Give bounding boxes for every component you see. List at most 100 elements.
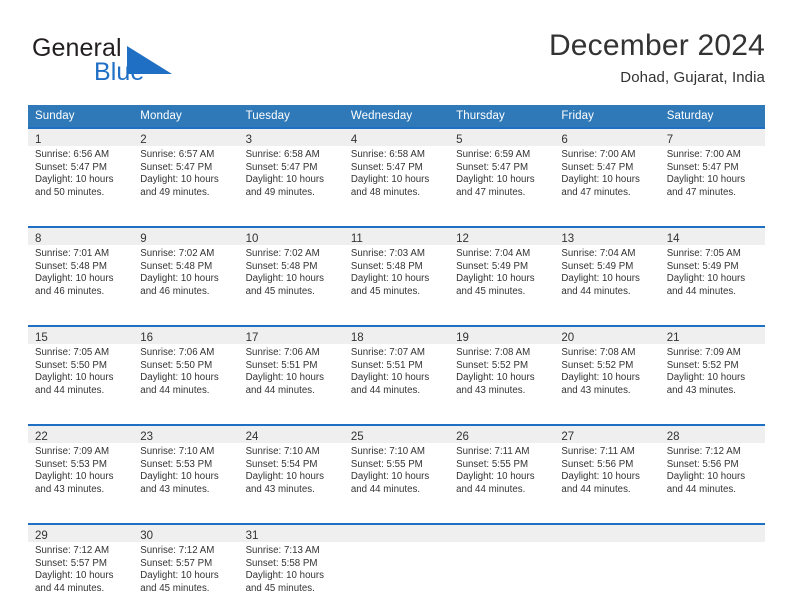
daylight-duration-line1: Daylight: 10 hours [666, 372, 746, 384]
day-cell[interactable]: 26 Sunrise: 7:11 AM Sunset: 5:55 PM Dayligh… [449, 424, 555, 514]
weekday-header-wednesday: Wednesday [343, 105, 450, 127]
daylight-duration-line2: and 49 minutes. [140, 186, 210, 198]
day-details: Sunrise: 6:56 AM Sunset: 5:47 PM Daylight:… [28, 146, 133, 199]
day-cell[interactable]: 18 Sunrise: 7:07 AM Sunset: 5:51 PM Dayligh… [343, 325, 450, 415]
weekday-header-sunday: Sunday [28, 105, 134, 127]
day-cell[interactable]: 5 Sunrise: 6:59 AM Sunset: 5:47 PM Daylight… [449, 127, 555, 217]
day-number: 9 [140, 233, 147, 245]
day-cell-content: 7 Sunrise: 7:00 AM Sunset: 5:47 PM Daylight… [659, 127, 765, 217]
day-cell[interactable]: 23 Sunrise: 7:10 AM Sunset: 5:53 PM Dayligh… [133, 424, 239, 514]
sunrise-time: Sunrise: 7:00 AM [666, 149, 741, 160]
day-cell[interactable] [343, 523, 450, 612]
day-cell[interactable]: 8 Sunrise: 7:01 AM Sunset: 5:48 PM Daylight… [28, 226, 134, 316]
sunrise-time: Sunrise: 7:03 AM [350, 248, 425, 259]
day-cell-content: 11 Sunrise: 7:03 AM Sunset: 5:48 PM Dayligh… [343, 226, 450, 316]
day-number: 5 [456, 134, 463, 146]
day-number-band: 5 [449, 127, 555, 146]
sunrise-time: Sunrise: 7:02 AM [140, 248, 215, 259]
day-cell[interactable]: 9 Sunrise: 7:02 AM Sunset: 5:48 PM Daylight… [133, 226, 239, 316]
day-cell[interactable]: 11 Sunrise: 7:03 AM Sunset: 5:48 PM Dayligh… [343, 226, 450, 316]
day-cell[interactable]: 14 Sunrise: 7:05 AM Sunset: 5:49 PM Dayligh… [659, 226, 765, 316]
day-cell[interactable] [449, 523, 555, 612]
day-cell[interactable] [659, 523, 765, 612]
day-cell-content: 28 Sunrise: 7:12 AM Sunset: 5:56 PM Dayligh… [659, 424, 765, 514]
day-cell[interactable]: 12 Sunrise: 7:04 AM Sunset: 5:49 PM Dayligh… [449, 226, 555, 316]
week-row-spacer-cell [28, 415, 765, 424]
daylight-duration-line1: Daylight: 10 hours [350, 471, 430, 483]
sunset-time: Sunset: 5:49 PM [666, 260, 739, 272]
day-cell[interactable]: 28 Sunrise: 7:12 AM Sunset: 5:56 PM Dayligh… [659, 424, 765, 514]
sunset-time: Sunset: 5:48 PM [35, 260, 107, 272]
day-cell-content: 31 Sunrise: 7:13 AM Sunset: 5:58 PM Dayligh… [238, 523, 344, 612]
day-cell[interactable]: 16 Sunrise: 7:06 AM Sunset: 5:50 PM Dayligh… [133, 325, 239, 415]
day-cell-content [449, 523, 555, 612]
weekday-header-friday: Friday [554, 105, 660, 127]
day-number: 29 [35, 530, 48, 542]
sunset-time: Sunset: 5:52 PM [561, 359, 634, 371]
sunrise-time: Sunrise: 7:10 AM [350, 446, 425, 457]
day-details: Sunrise: 6:58 AM Sunset: 5:47 PM Daylight:… [239, 146, 344, 199]
sunrise-time: Sunrise: 7:01 AM [35, 248, 110, 259]
day-cell[interactable]: 15 Sunrise: 7:05 AM Sunset: 5:50 PM Dayligh… [28, 325, 134, 415]
day-number: 15 [35, 332, 48, 344]
day-number: 21 [666, 332, 680, 344]
day-details: Sunrise: 7:10 AM Sunset: 5:53 PM Daylight:… [133, 443, 238, 496]
day-cell[interactable] [554, 523, 660, 612]
sunset-time: Sunset: 5:57 PM [140, 557, 213, 569]
day-number-band: 9 [133, 226, 239, 245]
day-cell[interactable]: 13 Sunrise: 7:04 AM Sunset: 5:49 PM Dayligh… [554, 226, 660, 316]
day-cell[interactable]: 4 Sunrise: 6:58 AM Sunset: 5:47 PM Daylight… [343, 127, 450, 217]
day-number-band: 17 [238, 325, 344, 344]
day-cell[interactable]: 7 Sunrise: 7:00 AM Sunset: 5:47 PM Daylight… [659, 127, 765, 217]
brand-logo[interactable]: General Blue [32, 34, 262, 94]
calendar-body: 1 Sunrise: 6:56 AM Sunset: 5:47 PM Daylight… [28, 127, 765, 612]
day-cell[interactable]: 2 Sunrise: 6:57 AM Sunset: 5:47 PM Daylight… [133, 127, 239, 217]
day-cell[interactable]: 22 Sunrise: 7:09 AM Sunset: 5:53 PM Dayligh… [28, 424, 134, 514]
day-number: 6 [561, 134, 568, 146]
day-cell[interactable]: 10 Sunrise: 7:02 AM Sunset: 5:48 PM Dayligh… [238, 226, 344, 316]
day-cell[interactable]: 20 Sunrise: 7:08 AM Sunset: 5:52 PM Dayligh… [554, 325, 660, 415]
sunrise-time: Sunrise: 7:10 AM [140, 446, 215, 457]
sunset-time: Sunset: 5:47 PM [666, 161, 739, 173]
day-cell[interactable]: 3 Sunrise: 6:58 AM Sunset: 5:47 PM Daylight… [238, 127, 344, 217]
day-cell[interactable]: 6 Sunrise: 7:00 AM Sunset: 5:47 PM Daylight… [554, 127, 660, 217]
day-number-band: 19 [449, 325, 555, 344]
daylight-duration-line1: Daylight: 10 hours [35, 273, 114, 285]
daylight-duration-line1: Daylight: 10 hours [140, 471, 219, 483]
day-details: Sunrise: 7:12 AM Sunset: 5:57 PM Daylight:… [28, 542, 133, 595]
day-number-band: 10 [238, 226, 344, 245]
day-cell-content: 26 Sunrise: 7:11 AM Sunset: 5:55 PM Dayligh… [449, 424, 555, 514]
day-number: 2 [140, 134, 147, 146]
day-number-band [659, 523, 765, 542]
sunrise-time: Sunrise: 6:57 AM [140, 149, 215, 160]
daylight-duration-line1: Daylight: 10 hours [35, 471, 114, 483]
day-cell[interactable]: 17 Sunrise: 7:06 AM Sunset: 5:51 PM Dayligh… [238, 325, 344, 415]
day-cell-content: 16 Sunrise: 7:06 AM Sunset: 5:50 PM Dayligh… [133, 325, 239, 415]
calendar-page: General Blue December 2024 Dohad, Gujara… [0, 0, 792, 612]
day-details [554, 542, 659, 545]
day-number: 31 [245, 530, 259, 542]
day-cell[interactable]: 29 Sunrise: 7:12 AM Sunset: 5:57 PM Dayligh… [28, 523, 134, 612]
day-number-band: 15 [28, 325, 134, 344]
day-number: 7 [666, 134, 674, 146]
day-cell[interactable]: 25 Sunrise: 7:10 AM Sunset: 5:55 PM Dayligh… [343, 424, 450, 514]
day-cell[interactable]: 21 Sunrise: 7:09 AM Sunset: 5:52 PM Dayligh… [659, 325, 765, 415]
day-cell[interactable]: 24 Sunrise: 7:10 AM Sunset: 5:54 PM Dayligh… [238, 424, 344, 514]
sunrise-time: Sunrise: 7:13 AM [245, 545, 320, 556]
daylight-duration-line2: and 44 minutes. [561, 483, 631, 495]
daylight-duration-line1: Daylight: 10 hours [35, 570, 114, 582]
sunrise-time: Sunrise: 7:08 AM [456, 347, 531, 358]
week-row-spacer-cell [28, 316, 765, 325]
daylight-duration-line1: Daylight: 10 hours [666, 273, 746, 285]
day-cell[interactable]: 19 Sunrise: 7:08 AM Sunset: 5:52 PM Dayligh… [449, 325, 555, 415]
day-details: Sunrise: 7:04 AM Sunset: 5:49 PM Daylight:… [554, 245, 659, 298]
day-cell[interactable]: 1 Sunrise: 6:56 AM Sunset: 5:47 PM Daylight… [28, 127, 134, 217]
daylight-duration-line1: Daylight: 10 hours [35, 174, 114, 186]
sunrise-time: Sunrise: 7:06 AM [245, 347, 320, 358]
day-cell-content: 27 Sunrise: 7:11 AM Sunset: 5:56 PM Dayligh… [554, 424, 660, 514]
daylight-duration-line1: Daylight: 10 hours [245, 372, 325, 384]
day-cell[interactable]: 27 Sunrise: 7:11 AM Sunset: 5:56 PM Dayligh… [554, 424, 660, 514]
day-cell[interactable]: 31 Sunrise: 7:13 AM Sunset: 5:58 PM Dayligh… [238, 523, 344, 612]
day-cell[interactable]: 30 Sunrise: 7:12 AM Sunset: 5:57 PM Dayligh… [133, 523, 239, 612]
day-details: Sunrise: 7:08 AM Sunset: 5:52 PM Daylight:… [449, 344, 554, 397]
